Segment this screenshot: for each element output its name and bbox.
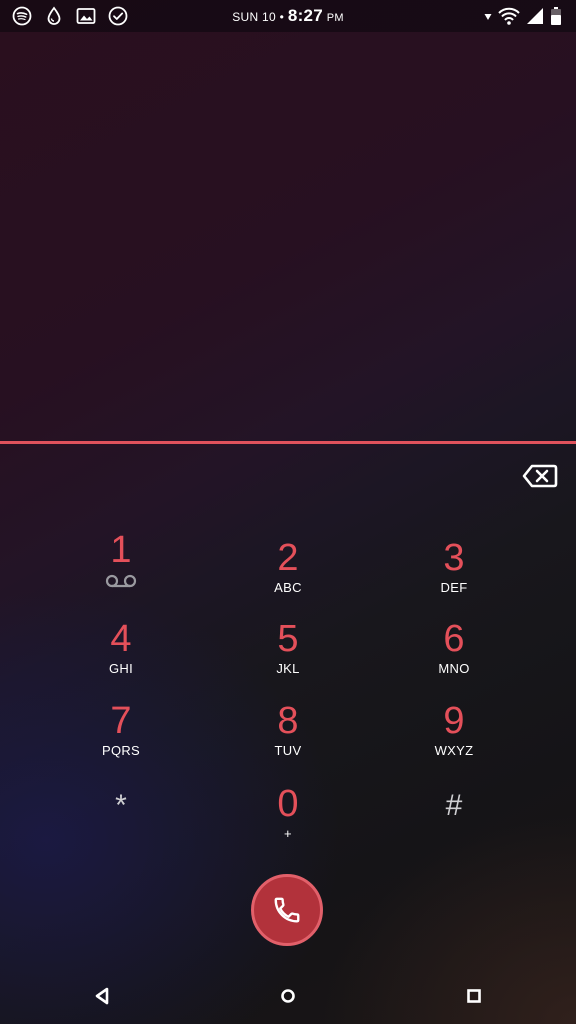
key-digit: 7	[110, 700, 132, 742]
status-bar: SUN 10 • 8:27 PM	[0, 0, 576, 32]
call-button[interactable]	[251, 874, 323, 946]
key-symbol: #	[445, 789, 463, 822]
recents-icon[interactable]	[462, 984, 486, 1008]
key-digit: 2	[277, 537, 299, 579]
key-digit: 4	[110, 618, 132, 660]
key-digit: 3	[443, 537, 465, 579]
key-digit: 5	[277, 618, 299, 660]
back-icon[interactable]	[90, 984, 114, 1008]
key-letters: PQRS	[101, 743, 141, 758]
dial-key-7[interactable]: 7 PQRS	[51, 699, 191, 775]
key-digit: 9	[443, 700, 465, 742]
status-ampm: PM	[326, 12, 344, 24]
phone-icon	[274, 897, 300, 923]
key-letters: ABC	[274, 580, 302, 595]
status-separator: •	[279, 10, 285, 24]
wifi-icon	[498, 7, 520, 25]
key-digit: 6	[443, 618, 465, 660]
dial-key-star[interactable]: *	[51, 784, 191, 860]
data-arrow-icon	[484, 14, 492, 20]
cell-signal-icon	[527, 8, 543, 24]
key-letters: WXYZ	[434, 743, 474, 758]
dial-key-1[interactable]: 1	[51, 528, 191, 604]
key-letters: GHI	[108, 661, 133, 676]
dial-key-3[interactable]: 3 DEF	[384, 536, 524, 612]
status-time: 8:27	[287, 6, 324, 25]
dial-key-2[interactable]: 2 ABC	[218, 536, 358, 612]
dial-key-5[interactable]: 5 JKL	[218, 617, 358, 693]
backspace-icon[interactable]	[522, 462, 558, 490]
dial-key-9[interactable]: 9 WXYZ	[384, 699, 524, 775]
key-symbol: *	[115, 789, 127, 822]
key-letters: DEF	[440, 580, 468, 595]
display-divider	[0, 441, 576, 444]
key-digit: 8	[277, 700, 299, 742]
key-digit: 1	[110, 529, 132, 571]
key-letters: MNO	[438, 661, 470, 676]
key-letters: TUV	[274, 743, 302, 758]
dialer-display-area[interactable]	[0, 32, 576, 441]
battery-icon	[551, 7, 561, 25]
key-letters: +	[284, 826, 292, 841]
dial-key-8[interactable]: 8 TUV	[218, 699, 358, 775]
navigation-bar	[0, 966, 576, 1024]
home-icon[interactable]	[276, 984, 300, 1008]
dial-key-pound[interactable]: #	[384, 784, 524, 860]
dial-key-4[interactable]: 4 GHI	[51, 617, 191, 693]
key-letters: JKL	[276, 661, 300, 676]
dial-key-6[interactable]: 6 MNO	[384, 617, 524, 693]
voicemail-icon	[105, 574, 137, 588]
system-icons	[484, 6, 562, 26]
key-digit: 0	[277, 783, 299, 825]
status-date: SUN 10	[232, 10, 277, 24]
dial-key-0[interactable]: 0 +	[218, 782, 358, 858]
